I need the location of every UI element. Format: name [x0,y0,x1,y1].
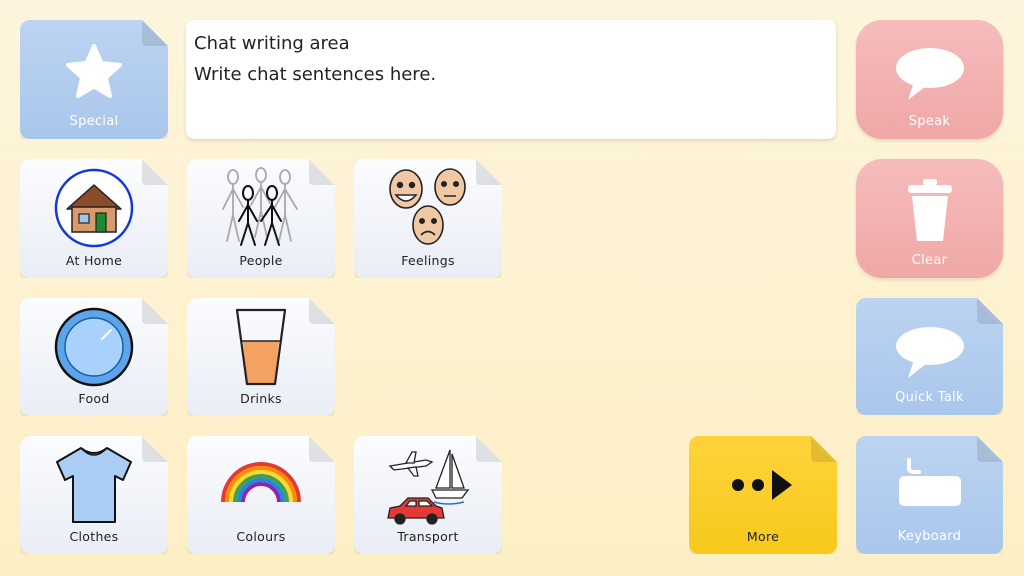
quick-talk-button[interactable]: Quick Talk [856,298,1003,415]
house-icon [20,167,168,249]
feelings-button[interactable]: Feelings [354,159,502,278]
speech-bubble-icon [856,326,1003,380]
special-label: Special [69,114,119,129]
more-label: More [746,529,780,544]
quick-talk-label: Quick Talk [895,390,964,405]
transport-label: Transport [397,529,459,544]
clothes-label: Clothes [69,529,119,544]
plate-icon [20,306,168,388]
speak-label: Speak [908,114,951,129]
keyboard-label: Keyboard [897,529,962,544]
chat-line-2: Write chat sentences here. [194,64,437,85]
transport-button[interactable]: Transport [354,436,502,554]
food-label: Food [78,391,110,406]
speak-button[interactable]: Speak [856,20,1003,139]
clothes-button[interactable]: Clothes [20,436,168,554]
chat-line-1: Chat writing area [194,33,350,54]
drinks-button[interactable]: Drinks [187,298,335,416]
transport-icon [354,444,502,528]
colours-button[interactable]: Colours [187,436,335,554]
people-button[interactable]: People [187,159,335,278]
speech-bubble-icon [856,46,1003,102]
faces-icon [354,167,502,249]
food-button[interactable]: Food [20,298,168,416]
drinks-label: Drinks [240,391,282,406]
rainbow-icon [187,456,335,506]
at-home-button[interactable]: At Home [20,159,168,278]
colours-label: Colours [236,529,286,544]
clear-button[interactable]: Clear [856,159,1003,278]
at-home-label: At Home [65,253,123,268]
more-button[interactable]: More [689,436,837,554]
star-icon [20,42,168,102]
tshirt-icon [20,444,168,526]
clear-label: Clear [911,253,948,268]
trash-icon [856,177,1003,243]
feelings-label: Feelings [401,253,455,268]
keyboard-icon [856,456,1003,508]
people-label: People [239,253,283,268]
more-arrow-icon [689,468,837,502]
chat-writing-area[interactable]: Chat writing area Write chat sentences h… [186,20,836,139]
special-button[interactable]: Special [20,20,168,139]
people-icon [187,167,335,249]
glass-icon [187,306,335,388]
keyboard-button[interactable]: Keyboard [856,436,1003,554]
